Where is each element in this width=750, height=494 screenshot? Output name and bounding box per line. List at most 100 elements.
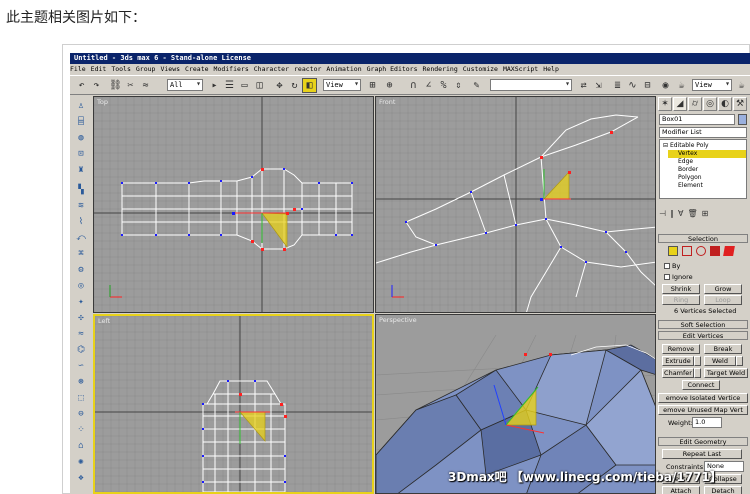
cloth-tool-icon[interactable]: ⌘ [74,248,88,259]
loop-button[interactable]: Loop [704,295,742,305]
motion-tab-icon[interactable]: ◎ [703,97,717,111]
align-icon[interactable]: ⇲ [591,78,606,93]
curve-editor-icon[interactable]: ∿ [625,78,640,93]
wave-tool-icon[interactable]: ≈ [74,328,88,339]
polygon-mode-icon[interactable] [710,246,720,256]
edge-mode-icon[interactable] [682,246,692,256]
quick-render-icon[interactable]: ☕ [734,78,749,93]
stack-item-polygon[interactable]: Polygon [678,174,702,181]
schematic-view-icon[interactable]: ⊟ [640,78,655,93]
menu-file[interactable]: File [70,65,86,73]
edit-vertices-rollout-header[interactable]: Edit Vertices [658,331,748,340]
mirror-icon[interactable]: ⇄ [576,78,591,93]
box-tool-icon[interactable]: ⊡ [74,148,88,159]
render-scene-icon[interactable]: ☕ [674,78,689,93]
stack-item-border[interactable]: Border [678,166,698,173]
make-unique-icon[interactable]: ∀ [678,209,683,221]
weight-spinner[interactable]: 1.0 [692,417,722,428]
front-transform-gizmo[interactable] [543,171,570,200]
stack-item-editable-poly[interactable]: ⊟ Editable Poly [663,142,709,149]
character-tool-icon[interactable]: ♜ [74,164,88,175]
particle-tool-icon[interactable]: ✺ [74,456,88,467]
chamfer-settings-button[interactable] [694,368,701,378]
spline-tool-icon[interactable]: ∽ [74,360,88,371]
menu-views[interactable]: Views [160,65,180,73]
extrude-settings-button[interactable] [694,356,701,366]
pivot-center-icon[interactable]: ⊞ [365,78,380,93]
border-mode-icon[interactable] [696,246,706,256]
material-editor-icon[interactable]: ◉ [658,78,673,93]
window-crossing-icon[interactable]: ◫ [252,78,267,93]
light-tool-icon[interactable]: ✦ [74,296,88,307]
chamfer-button[interactable]: Chamfer [662,368,694,378]
link-icon[interactable]: ⛓ [108,78,123,93]
gear-tool-icon[interactable]: ⚙ [74,264,88,275]
redo-icon[interactable]: ↷ [89,78,104,93]
rect-select-region-icon[interactable]: ▭ [237,78,252,93]
viewport-label-left[interactable]: Left [98,317,110,325]
target-weld-button[interactable]: Target Weld [704,368,748,378]
element-mode-icon[interactable] [723,246,735,256]
stack-item-element[interactable]: Element [678,182,703,189]
detach-button[interactable]: Detach [704,486,742,494]
menu-graph-editors[interactable]: Graph Editors [367,65,418,73]
create-tab-icon[interactable]: ✶ [658,97,672,111]
stack-item-vertex[interactable]: Vertex [668,150,746,158]
menu-create[interactable]: Create [185,65,208,73]
utilities-tab-icon[interactable]: ⚒ [733,97,747,111]
render-type-dropdown[interactable]: View [692,79,732,91]
extrude-tool-icon[interactable]: ⬚ [74,392,88,403]
left-transform-gizmo[interactable] [239,411,266,442]
break-button[interactable]: Break [704,344,742,354]
morph-tool-icon[interactable]: ❖ [74,472,88,483]
bend-tool-icon[interactable]: ⤺ [74,232,88,243]
selection-filter-dropdown[interactable]: All [167,79,203,91]
pattern-tool-icon[interactable]: ▚ [74,184,88,195]
object-name-field[interactable]: Box01 [659,114,735,125]
helper-tool-icon[interactable]: ⌬ [74,344,88,355]
menu-group[interactable]: Group [136,65,156,73]
stack-item-edge[interactable]: Edge [678,158,693,165]
undo-icon[interactable]: ↶ [74,78,89,93]
cylinder-tool-icon[interactable]: ⌸ [74,116,88,127]
viewport-label-perspective[interactable]: Perspective [379,316,417,324]
stack-tool-icon[interactable]: ≋ [74,200,88,211]
ignore-backfacing-checkbox[interactable]: Ignore [664,273,693,281]
menu-customize[interactable]: Customize [463,65,498,73]
spinner-snap-icon[interactable]: ⇕ [451,78,466,93]
lathe-tool-icon[interactable]: ⊛ [74,376,88,387]
menu-rendering[interactable]: Rendering [423,65,458,73]
scale-icon[interactable]: ◧ [302,78,317,93]
select-manipulate-icon[interactable]: ⊕ [382,78,397,93]
named-selection-dropdown[interactable] [490,79,572,91]
connect-button[interactable]: Connect [682,380,720,390]
remove-isolated-vertices-button[interactable]: emove Isolated Vertice [658,393,748,403]
torus-tool-icon[interactable]: ◎ [74,280,88,291]
viewport-perspective[interactable]: Perspective [375,314,656,494]
soft-selection-rollout-header[interactable]: Soft Selection [658,320,748,329]
remove-modifier-icon[interactable]: 🗑 [687,209,697,221]
display-tab-icon[interactable]: ◐ [718,97,732,111]
select-by-name-icon[interactable]: ☰ [222,78,237,93]
vertex-mode-icon[interactable] [668,246,678,256]
select-object-icon[interactable]: ▸ [207,78,222,93]
layer-manager-icon[interactable]: ≣ [610,78,625,93]
show-end-result-icon[interactable]: ∥ [670,209,674,221]
unlink-icon[interactable]: ✂ [123,78,138,93]
menu-reactor[interactable]: reactor [294,65,321,73]
edit-named-selection-icon[interactable]: ✎ [469,78,484,93]
menu-animation[interactable]: Animation [326,65,361,73]
menu-help[interactable]: Help [543,65,559,73]
selection-rollout-header[interactable]: Selection [658,234,748,243]
reference-coordinate-dropdown[interactable]: View [323,79,361,91]
top-transform-gizmo[interactable] [261,212,288,249]
terrain-tool-icon[interactable]: ⌂ [74,440,88,451]
viewport-top[interactable]: Top [93,96,374,313]
snap-3d-icon[interactable]: ∩ [406,78,421,93]
weld-settings-button[interactable] [736,356,743,366]
menu-tools[interactable]: Tools [111,65,131,73]
extrude-button[interactable]: Extrude [662,356,694,366]
weld-button[interactable]: Weld [704,356,736,366]
shrink-button[interactable]: Shrink [662,284,700,294]
sphere-tool-icon[interactable]: ◍ [74,132,88,143]
